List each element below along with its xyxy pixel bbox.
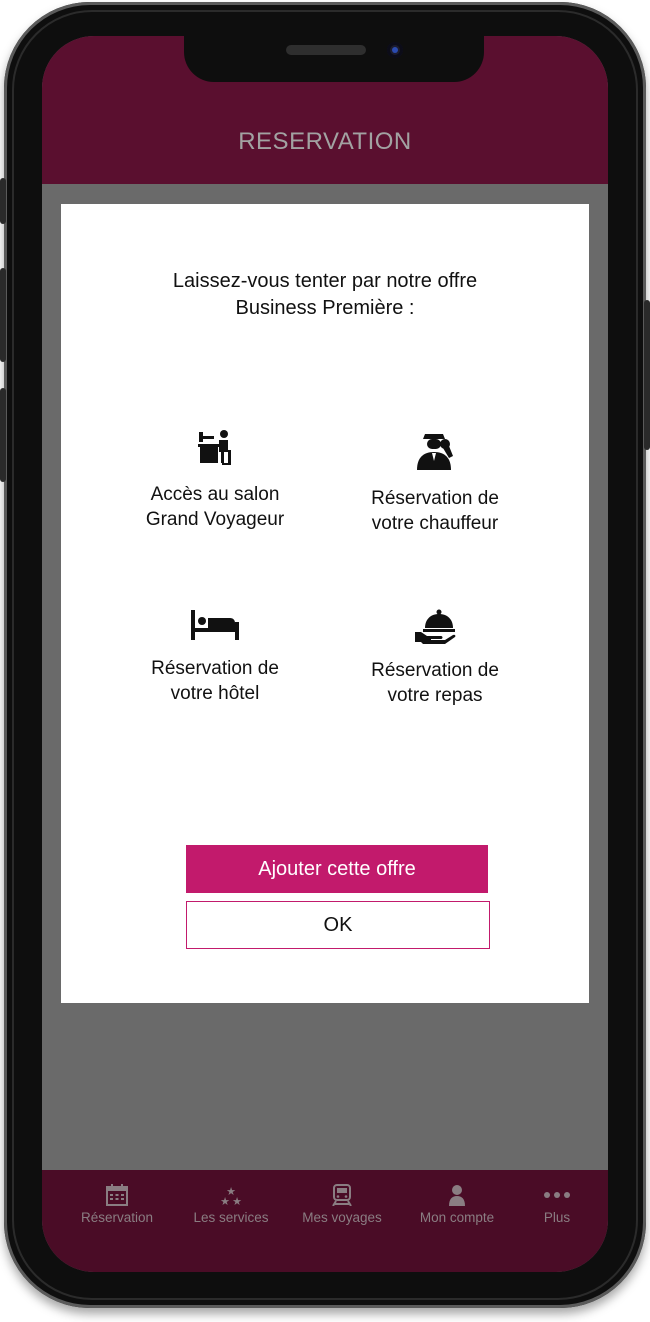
bottom-tab-bar: Réservation ★ ★ ★ Les services Mes voyag… xyxy=(42,1170,608,1272)
feature-chauffeur: Réservation de votre chauffeur xyxy=(315,428,555,536)
feature-lounge-line2: Grand Voyageur xyxy=(145,509,285,530)
bed-icon xyxy=(191,610,239,640)
feature-chauffeur-line2: votre chauffeur xyxy=(371,513,499,534)
page-title: RESERVATION xyxy=(238,128,412,155)
speaker-grille xyxy=(286,45,366,55)
calendar-icon xyxy=(106,1184,128,1206)
screen: RESERVATION Laissez-vous tenter par notr… xyxy=(42,36,608,1272)
feature-meal-line2: votre repas xyxy=(387,685,483,706)
desk-worker-icon xyxy=(198,430,231,465)
offer-intro-line1: Laissez-vous tenter par notre offre xyxy=(172,270,478,292)
tab-services-label: Les services xyxy=(193,1210,269,1225)
svg-text:★: ★ xyxy=(220,1195,230,1206)
chauffeur-icon xyxy=(417,434,453,470)
stars-icon: ★ ★ ★ xyxy=(220,1185,242,1206)
tab-account-label: Mon compte xyxy=(419,1210,495,1225)
tab-services[interactable]: ★ ★ ★ Les services xyxy=(176,1184,286,1225)
tab-reservation-label: Réservation xyxy=(80,1210,154,1225)
tab-more-label: Plus xyxy=(543,1210,571,1225)
person-icon xyxy=(449,1185,465,1206)
offer-dialog: Laissez-vous tenter par notre offre Busi… xyxy=(61,204,589,1003)
tab-account[interactable]: Mon compte xyxy=(402,1184,512,1225)
tab-reservation[interactable]: Réservation xyxy=(62,1184,172,1225)
feature-hotel: Réservation de votre hôtel xyxy=(95,608,335,706)
feature-lounge-line1: Accès au salon xyxy=(150,484,280,505)
offer-intro: Laissez-vous tenter par notre offre Busi… xyxy=(61,268,589,322)
ok-button[interactable]: OK xyxy=(186,901,490,949)
tab-voyages[interactable]: Mes voyages xyxy=(287,1184,397,1225)
feature-chauffeur-line1: Réservation de xyxy=(371,488,499,509)
feature-hotel-line1: Réservation de xyxy=(151,658,279,679)
feature-lounge: Accès au salon Grand Voyageur xyxy=(95,428,335,532)
offer-intro-line2: Business Première : xyxy=(235,297,415,319)
silent-switch xyxy=(0,178,6,224)
front-camera xyxy=(387,42,403,58)
power-button xyxy=(644,300,650,450)
add-offer-button[interactable]: Ajouter cette offre xyxy=(186,845,488,893)
feature-meal-line1: Réservation de xyxy=(371,660,499,681)
feature-hotel-line2: votre hôtel xyxy=(170,683,260,704)
notch xyxy=(184,36,484,82)
tab-more[interactable]: Plus xyxy=(502,1184,608,1225)
volume-down-button xyxy=(0,388,6,482)
cloche-icon xyxy=(415,609,456,644)
more-dots-icon xyxy=(544,1192,570,1198)
volume-up-button xyxy=(0,268,6,362)
svg-text:★: ★ xyxy=(232,1195,242,1206)
tab-voyages-label: Mes voyages xyxy=(302,1210,382,1225)
feature-meal: Réservation de votre repas xyxy=(315,608,555,708)
train-icon xyxy=(332,1184,352,1206)
